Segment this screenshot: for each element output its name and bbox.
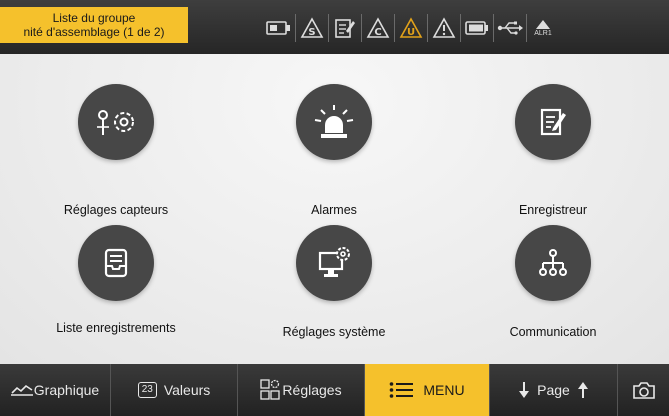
bottom-nav: Graphique 23 Valeurs Réglages MENU Page (0, 364, 669, 416)
group-list-button[interactable]: Liste du groupe nité d'assemblage (1 de … (0, 7, 188, 43)
svg-text:S: S (308, 27, 315, 38)
tile-label: Alarmes (311, 203, 357, 217)
settings-grid-icon (260, 379, 281, 401)
sensor-settings-icon (78, 84, 154, 160)
menu-list-icon (389, 381, 414, 399)
logger-icon (515, 84, 591, 160)
tile-label: Réglages système (282, 325, 386, 339)
network-icon (515, 225, 591, 301)
settings-label: Réglages (282, 382, 342, 398)
page-button[interactable]: Page (490, 364, 618, 416)
logger-edit-icon[interactable] (328, 14, 361, 42)
svg-text:C: C (374, 27, 381, 38)
s-warning-icon[interactable]: S (295, 14, 328, 42)
sensor-icon[interactable] (263, 14, 295, 42)
menu-label: MENU (423, 382, 465, 398)
tile-sensor-settings[interactable]: Réglages capteurs (16, 79, 216, 217)
status-bar: Liste du groupe nité d'assemblage (1 de … (0, 0, 669, 54)
tile-communication[interactable]: Communication (453, 217, 653, 347)
tile-label: Communication (509, 325, 597, 339)
tile-logger[interactable]: Enregistreur (453, 79, 653, 217)
settings-button[interactable]: Réglages (238, 364, 365, 416)
tile-label: Enregistreur (518, 203, 588, 217)
alarm-text: ALR1 (534, 30, 552, 37)
u-warning-icon[interactable]: U (394, 14, 427, 42)
tile-records-list[interactable]: Liste enregistrements (16, 217, 216, 347)
values-icon: 23 (137, 382, 157, 398)
values-badge: 23 (141, 384, 153, 395)
arrow-down-icon (519, 382, 530, 398)
menu-grid: Réglages capteurs Alarmes Enregistreur L… (0, 54, 669, 364)
tile-system-settings[interactable]: Réglages système (234, 217, 434, 347)
graph-icon (10, 384, 33, 396)
c-warning-icon[interactable]: C (361, 14, 394, 42)
camera-icon (632, 381, 655, 399)
alarm-bell-icon[interactable]: ALR1 (526, 14, 559, 42)
graph-label: Graphique (33, 382, 100, 398)
values-button[interactable]: 23 Valeurs (111, 364, 238, 416)
menu-button[interactable]: MENU (365, 364, 490, 416)
page-label: Page (537, 382, 570, 398)
status-icons: S C U ALR1 (263, 14, 559, 42)
tile-label: Réglages capteurs (63, 203, 169, 217)
usb-icon (493, 14, 526, 42)
tile-label: Liste enregistrements (56, 321, 176, 335)
system-settings-icon (296, 225, 372, 301)
battery-icon (460, 14, 493, 42)
arrow-up-icon (577, 382, 588, 398)
camera-button[interactable] (618, 364, 669, 416)
graph-button[interactable]: Graphique (0, 364, 111, 416)
general-warning-icon[interactable] (427, 14, 460, 42)
group-title: Liste du groupe (52, 11, 136, 25)
group-subtitle: nité d'assemblage (1 de 2) (23, 25, 165, 39)
records-tray-icon (78, 225, 154, 301)
values-label: Valeurs (163, 382, 211, 398)
svg-text:U: U (407, 27, 415, 38)
alarm-beacon-icon (296, 84, 372, 160)
tile-alarms[interactable]: Alarmes (234, 79, 434, 217)
